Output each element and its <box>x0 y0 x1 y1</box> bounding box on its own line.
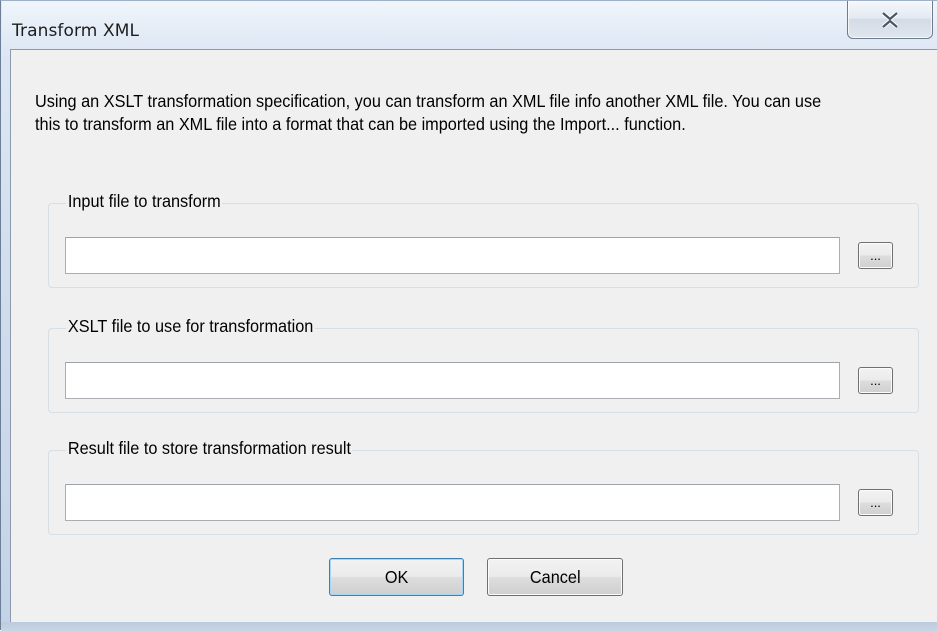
dialog-window: Transform XML Using an XSLT transformati… <box>0 0 937 631</box>
input-file-field[interactable] <box>65 237 840 274</box>
xslt-file-browse-button[interactable]: ... <box>858 367 893 394</box>
xslt-file-label: XSLT file to use for transformation <box>66 315 316 337</box>
input-file-browse-button[interactable]: ... <box>858 242 893 269</box>
xslt-file-field[interactable] <box>65 362 840 399</box>
dialog-client-area: Using an XSLT transformation specificati… <box>10 49 937 622</box>
result-file-browse-button[interactable]: ... <box>858 489 893 516</box>
result-file-field[interactable] <box>65 484 840 521</box>
ok-button[interactable]: OK <box>329 558 464 596</box>
input-file-label: Input file to transform <box>66 190 223 212</box>
result-file-label: Result file to store transformation resu… <box>66 437 353 459</box>
ok-button-label: OK <box>384 566 409 587</box>
description-text: Using an XSLT transformation specificati… <box>35 91 822 134</box>
input-file-group: Input file to transform ... <box>48 190 919 288</box>
close-icon <box>881 11 899 28</box>
window-title: Transform XML <box>12 21 140 41</box>
result-file-group: Result file to store transformation resu… <box>48 437 919 535</box>
cancel-button-label: Cancel <box>529 566 581 587</box>
close-button[interactable] <box>847 1 933 39</box>
xslt-file-group: XSLT file to use for transformation ... <box>48 315 919 413</box>
cancel-button[interactable]: Cancel <box>487 558 623 596</box>
